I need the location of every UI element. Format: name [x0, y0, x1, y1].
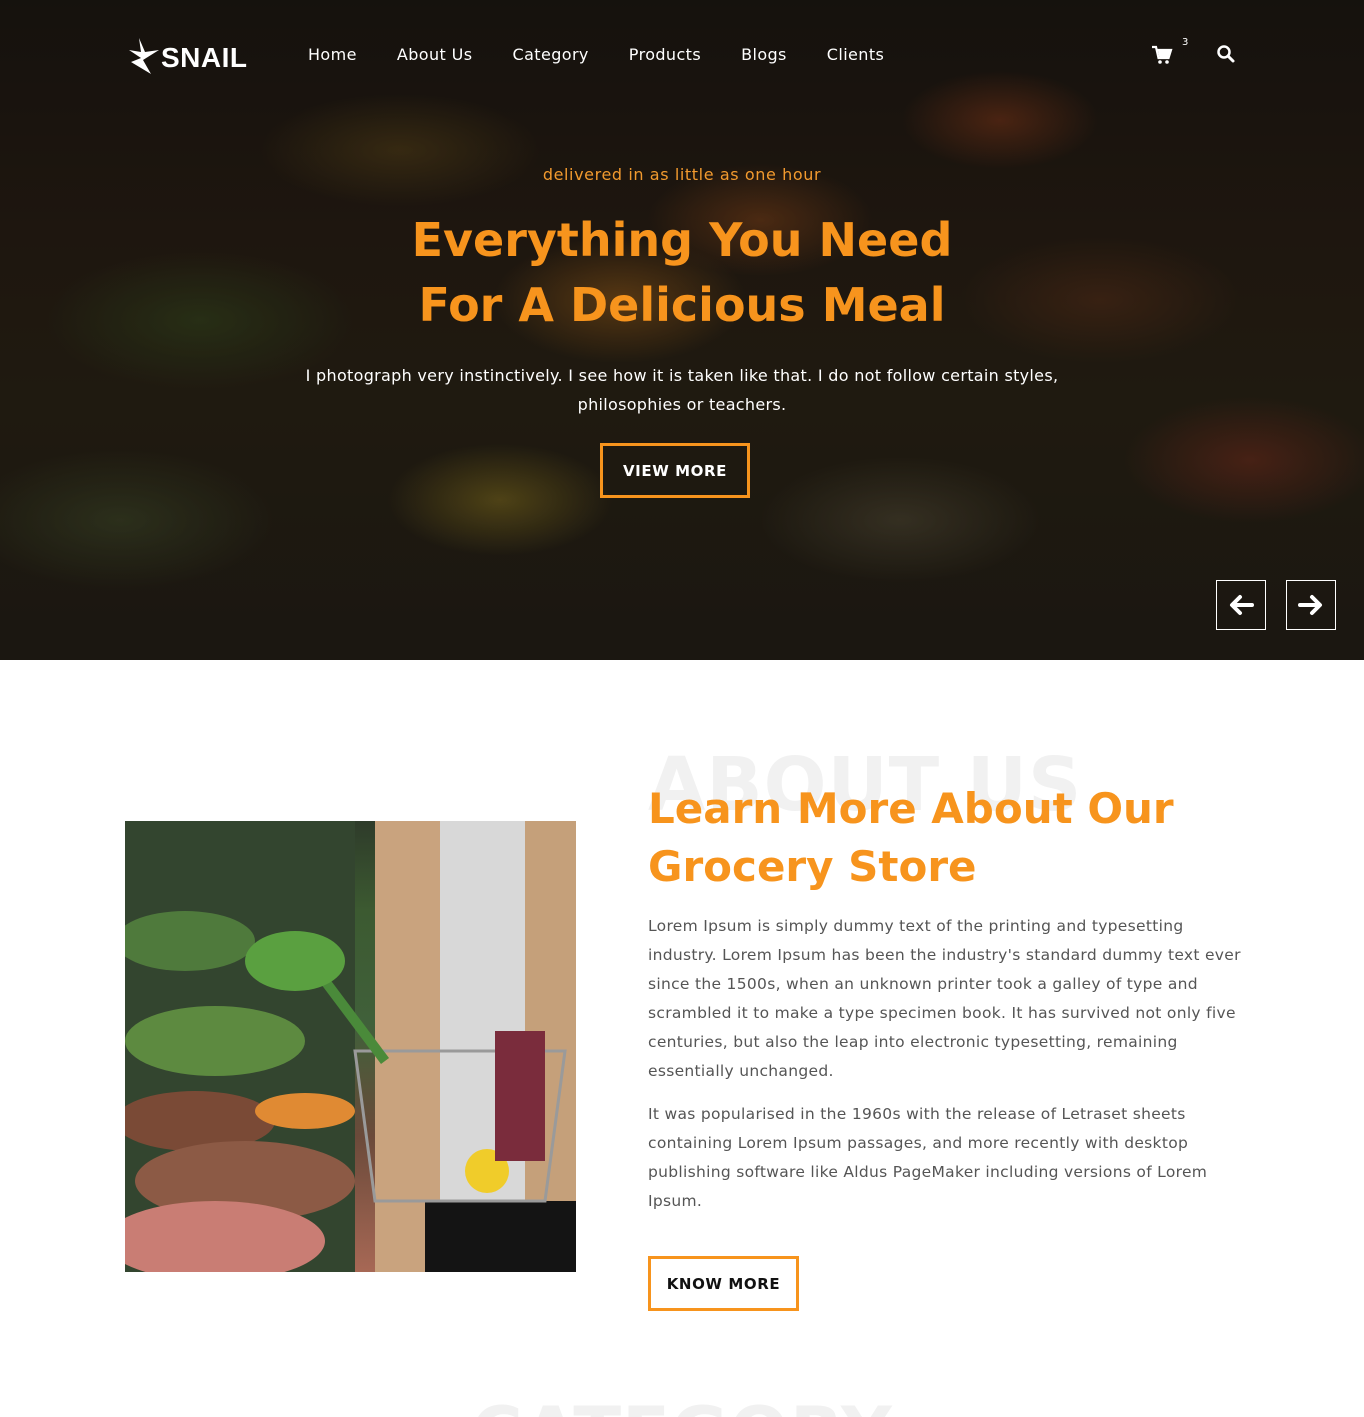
hero-title: Everything You Need For A Delicious Meal	[332, 208, 1032, 338]
nav-item-products[interactable]: Products	[629, 45, 701, 64]
about-title-line2: Grocery Store	[648, 842, 977, 891]
nav-item-clients[interactable]: Clients	[827, 45, 884, 64]
slider-next-button[interactable]	[1286, 580, 1336, 630]
brand-logo[interactable]: SNAIL	[125, 36, 250, 76]
hero-description: I photograph very instinctively. I see h…	[305, 366, 1059, 414]
nav-item-category[interactable]: Category	[513, 45, 589, 64]
bolt-icon	[129, 38, 159, 74]
nav-item-about-us[interactable]: About Us	[397, 45, 473, 64]
cart-icon[interactable]	[1151, 44, 1173, 66]
category-watermark: CATEGORY	[0, 1392, 1364, 1417]
brand-name: SNAIL	[161, 42, 248, 73]
about-title-line1: Learn More About Our	[648, 784, 1174, 833]
arrow-right-icon	[1298, 595, 1322, 615]
arrow-left-icon	[1230, 595, 1254, 615]
slider-prev-button[interactable]	[1216, 580, 1266, 630]
main-nav: Home About Us Category Products Blogs Cl…	[308, 45, 924, 64]
view-more-button[interactable]: VIEW MORE	[600, 443, 750, 498]
hero-section: SNAIL Home About Us Category Products Bl…	[0, 0, 1364, 660]
about-title: Learn More About Our Grocery Store	[648, 780, 1268, 896]
about-paragraph-1: Lorem Ipsum is simply dummy text of the …	[648, 917, 1241, 1080]
hero-title-line2: For A Delicious Meal	[418, 278, 946, 332]
about-paragraph-2: It was popularised in the 1960s with the…	[648, 1105, 1208, 1210]
grocery-shopper-image	[125, 821, 576, 1272]
nav-item-blogs[interactable]: Blogs	[741, 45, 787, 64]
search-icon[interactable]	[1216, 44, 1236, 64]
cart-count-badge: 3	[1182, 37, 1189, 48]
nav-item-home[interactable]: Home	[308, 45, 357, 64]
hero-title-line1: Everything You Need	[411, 213, 953, 267]
know-more-button[interactable]: KNOW MORE	[648, 1256, 799, 1311]
hero-subtitle: delivered in as little as one hour	[542, 165, 822, 184]
